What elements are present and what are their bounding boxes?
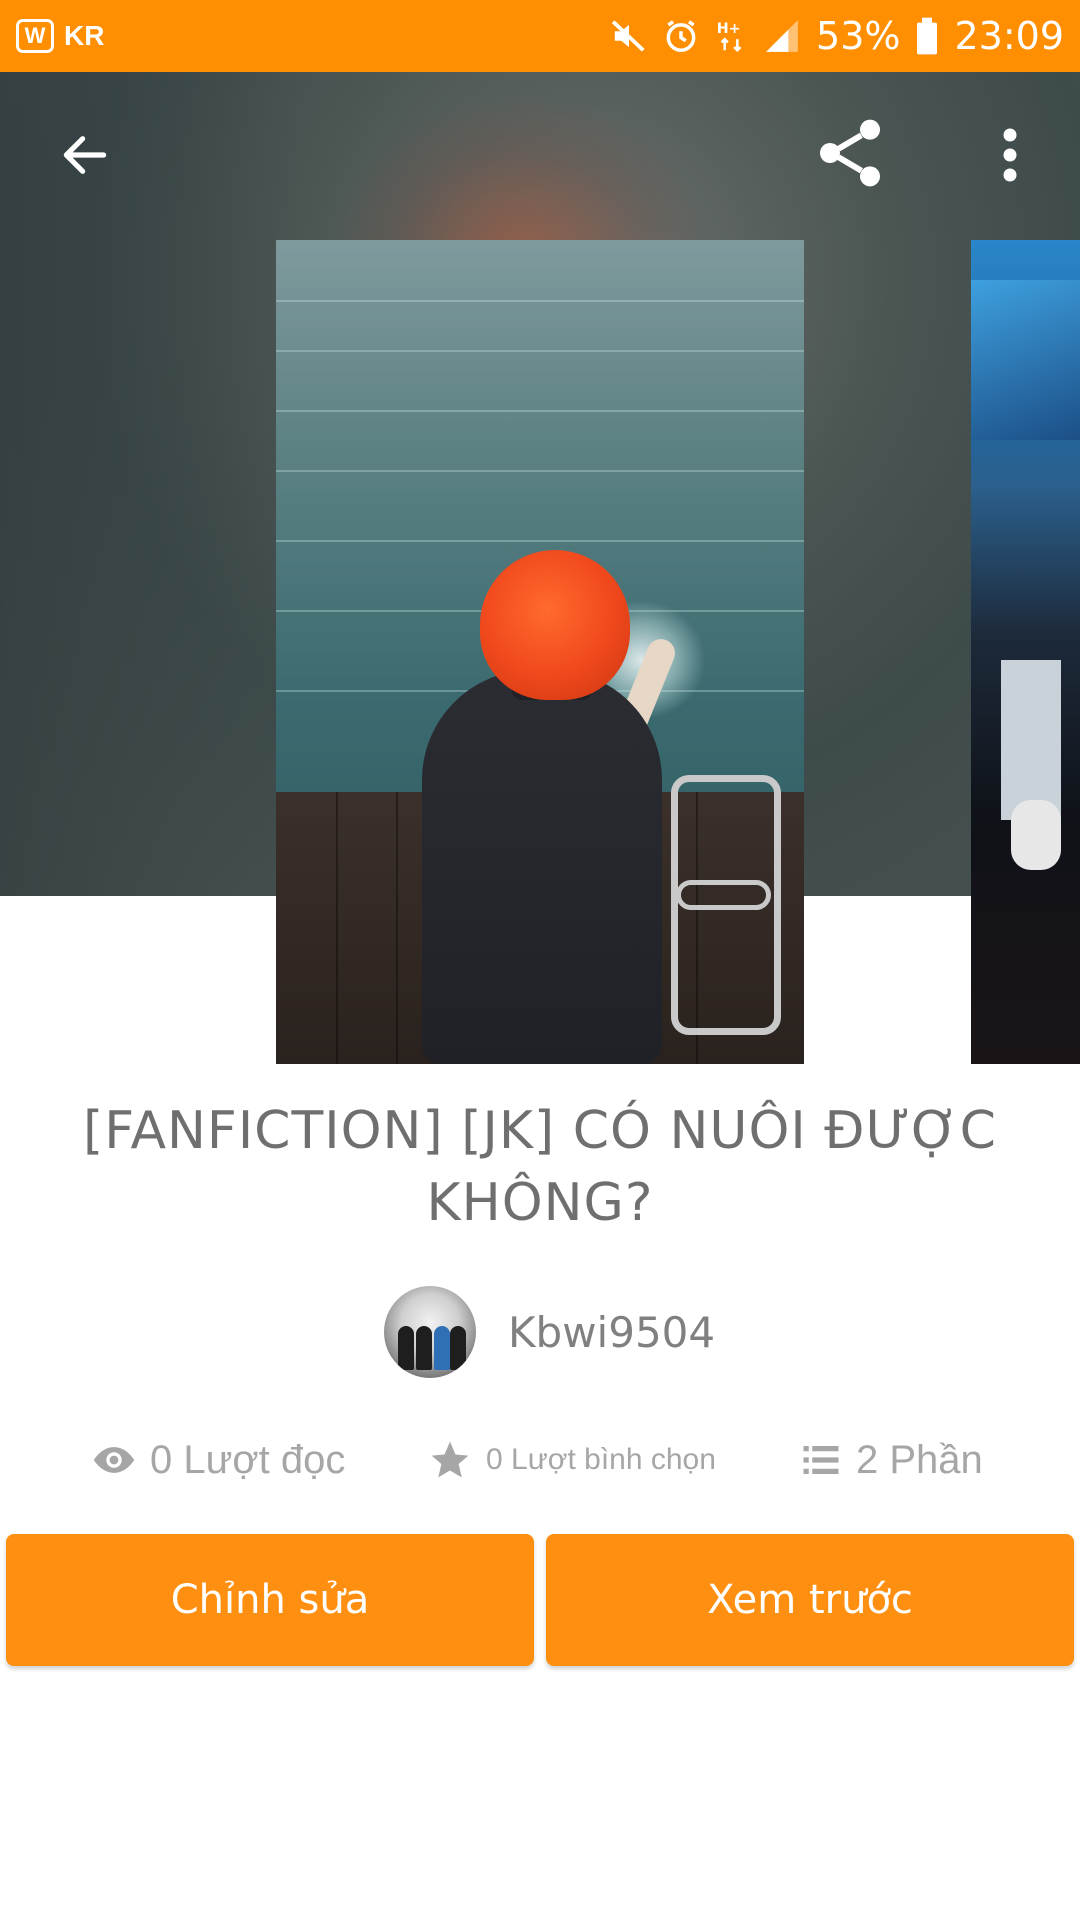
author-name[interactable]: Kbwi9504 [508,1308,715,1357]
deck-plank [336,792,338,1064]
battery-icon [917,17,938,55]
status-left: W KR [16,19,104,53]
preview-button[interactable]: Xem trước [546,1534,1074,1666]
cover-person-hair [480,550,630,700]
back-button[interactable] [40,110,130,200]
stat-parts: 2 Phần [800,1438,983,1483]
list-icon [803,1446,839,1474]
cover-wave [276,540,804,542]
signal-icon [766,20,798,52]
edit-button[interactable]: Chỉnh sửa [6,1534,534,1666]
next-story-cover[interactable] [971,240,1080,1064]
network-hplus-icon: H+ [717,21,742,53]
edit-button-label: Chỉnh sửa [170,1577,370,1623]
stat-reads: 0 Lượt đọc [92,1438,345,1483]
avatar-figure [450,1326,466,1370]
story-stats: 0 Lượt đọc 0 Lượt bình chọn 2 Phần [0,1428,1080,1492]
deck-plank [396,792,398,1064]
story-title: [FANFICTION] [JK] CÓ NUÔI ĐƯỢC KHÔNG? [83,1101,997,1233]
next-cover-detail [1011,800,1061,870]
battery-percent: 53% [816,14,901,58]
wattpad-logo-icon: W [16,19,54,53]
star-icon [431,1441,469,1478]
status-bar: W KR H+ 53% 23:09 [0,0,1080,72]
preview-button-label: Xem trước [707,1577,913,1623]
avatar-figure [416,1326,432,1370]
more-options-button[interactable] [975,110,1045,200]
stat-votes: 0 Lượt bình chọn [428,1438,716,1482]
story-details-screen: W KR H+ 53% 23:09 [FANFICTION] [JK] CÓ N… [0,0,1080,1920]
share-button[interactable] [805,108,895,198]
alarm-icon [666,20,696,52]
more-vert-icon [1003,128,1017,182]
share-icon [820,119,880,187]
next-cover-patch [1001,660,1061,820]
author-row[interactable]: Kbwi9504 [384,1286,715,1378]
mute-icon [611,20,645,52]
next-cover-patch [971,280,1080,440]
story-cover-image[interactable] [276,240,804,1064]
avatar-figure [398,1326,414,1370]
reads-count: 0 Lượt đọc [150,1437,346,1482]
cover-wave [276,350,804,352]
status-right: H+ 53% 23:09 [610,14,1064,58]
author-avatar[interactable] [384,1286,476,1378]
cover-wave [276,470,804,472]
parts-count: 2 Phần [856,1437,983,1482]
svg-text:H+: H+ [717,21,741,37]
cover-rail [676,880,771,910]
carrier-label: KR [64,20,105,51]
cover-wave [276,410,804,412]
cover-wave [276,300,804,302]
avatar-figure [434,1326,450,1370]
eye-icon [93,1447,135,1473]
clock: 23:09 [954,14,1064,58]
votes-count: 0 Lượt bình chọn [486,1443,716,1476]
back-arrow-icon [63,136,107,174]
cover-person [422,670,662,1064]
